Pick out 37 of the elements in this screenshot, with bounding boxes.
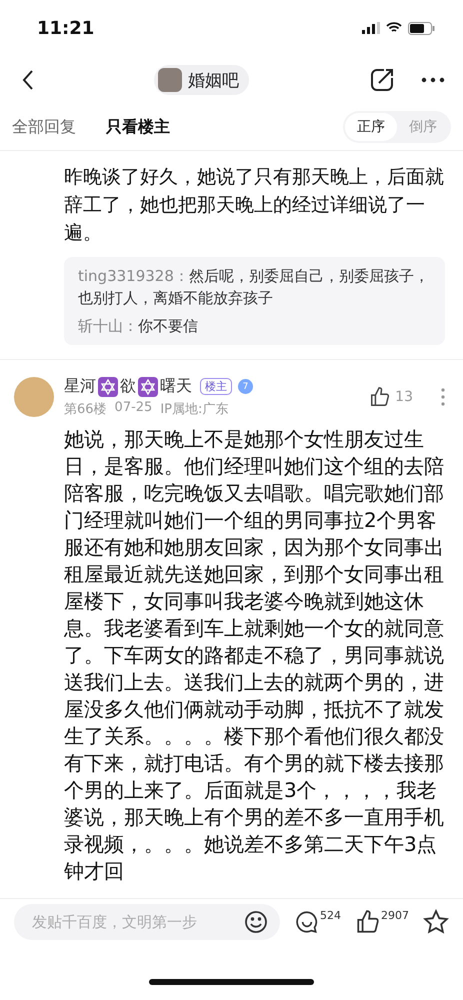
signal-icon: [362, 22, 380, 34]
wifi-icon: [386, 22, 402, 34]
floor-number: 第66楼: [64, 401, 107, 418]
reply-input[interactable]: 发贴千百度，文明第一步: [30, 912, 244, 932]
like-count: 13: [395, 389, 413, 405]
more-vertical-icon[interactable]: [441, 388, 445, 406]
ip-location: IP属地:广东: [160, 401, 228, 418]
sub-reply[interactable]: ting3319328：然后呢，别委屈自己，别委屈孩子，也别打人，离婚不能放弃孩子: [78, 265, 431, 309]
post-date: 07-25: [114, 400, 152, 417]
star-badge-icon: [98, 376, 118, 396]
back-icon[interactable]: [22, 69, 34, 91]
photo-placeholder: [158, 68, 182, 92]
thumbs-up-icon: [369, 386, 392, 408]
username: 欲: [120, 376, 136, 397]
username: 星河: [64, 376, 96, 397]
comment-button[interactable]: 524: [294, 909, 341, 935]
post-text: 她说，那天晚上不是她那个女性朋友过生日，是客服。他们经理叫她们这个组的去陪陪客服，吃完晚饭又去唱歌。唱完歌她们部门经理就叫她们一个组的男同事拉2个男客服还有她和她朋友回家，因为那个女同事出租屋最近就先送她回家，到那个女同事出租屋楼下，女同事叫我老婆今晚就到她这休息。我老婆看到车上就剩她一个女的就同意了。下车两女的路都走不稳了，男同事就说送我们上去。送我们上去的就两个男的，进屋没多久他们俩就动手动脚，抵抗不了就发生了关系。。。。楼下那个看他们很久都没有下来，就打电话。有个男的就下楼去接那个男的上来了。后面就是3个，，，，我老婆说，那天晚上有个男的差不多一直用手机录视频，。。。她说差不多第二天下午3点钟才回: [64, 426, 445, 885]
filter-tab[interactable]: 全部回复: [12, 116, 76, 138]
more-icon[interactable]: [421, 77, 445, 83]
reply-field[interactable]: 发贴千百度，文明第一步: [14, 904, 280, 940]
forum-chip[interactable]: 婚姻吧: [154, 65, 249, 95]
status-time: 11:21: [37, 18, 94, 38]
level-badge: 7: [238, 379, 253, 394]
filter-tab[interactable]: 只看楼主: [106, 116, 170, 138]
share-icon[interactable]: [369, 67, 395, 93]
star-icon[interactable]: [423, 909, 449, 935]
thumbs-up-icon: [355, 909, 381, 935]
like-button[interactable]: 2907: [355, 909, 409, 935]
username: 曙天: [160, 376, 192, 397]
sub-reply[interactable]: 斩十山：你不要信: [78, 315, 431, 337]
star-badge-icon: [138, 376, 158, 396]
post-text: 昨晚谈了好久，她说了只有那天晚上，后面就辞工了，她也把那天晚上的经过详细说了一遍。: [64, 165, 445, 246]
owner-tag: 楼主: [200, 378, 232, 395]
battery-icon: [408, 22, 435, 34]
comment-icon: [294, 909, 320, 935]
sort-option[interactable]: 正序: [345, 113, 397, 141]
emoji-icon[interactable]: [244, 910, 268, 934]
